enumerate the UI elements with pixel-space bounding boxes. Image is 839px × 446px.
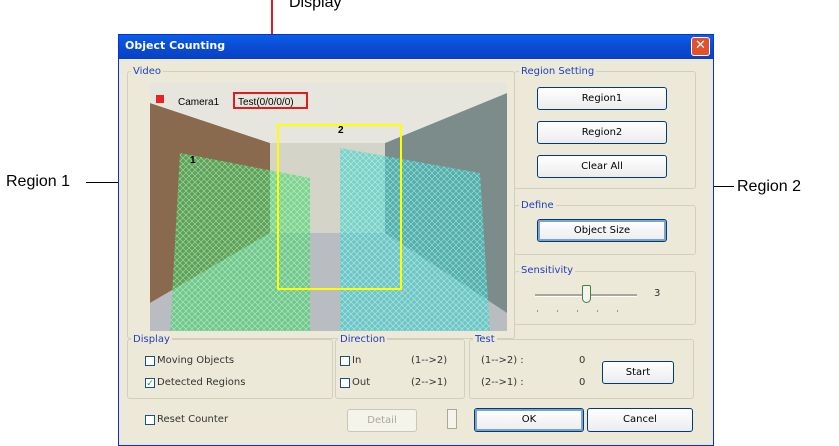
direction-out-value: (2-->1) <box>411 377 448 388</box>
start-button[interactable]: Start <box>602 361 674 384</box>
sensitivity-value: 3 <box>654 288 661 299</box>
sensitivity-label: Sensitivity <box>519 265 576 276</box>
region2-mark: 2 <box>338 125 344 136</box>
direction-in-checkbox[interactable] <box>340 356 350 366</box>
lock-icon <box>447 409 457 429</box>
region-setting-label: Region Setting <box>519 66 597 77</box>
define-label: Define <box>519 200 556 211</box>
object-size-button[interactable]: Object Size <box>537 219 667 242</box>
overlay-text: Test(0/0/0/0) <box>238 97 294 108</box>
title-bar: Object Counting ✕ <box>119 35 713 59</box>
region2-button[interactable]: Region2 <box>537 121 667 144</box>
camera-label: Camera1 <box>178 97 220 108</box>
moving-objects-label: Moving Objects <box>157 355 235 366</box>
display-annotation: Display <box>289 0 342 11</box>
record-indicator-icon <box>156 95 164 103</box>
region1-mark: 1 <box>190 155 196 166</box>
region2-hatch <box>340 148 490 331</box>
direction-in-label: In <box>352 355 362 366</box>
video-frame: Camera1 Test(0/0/0/0) 1 2 <box>150 83 507 331</box>
video-group-label: Video <box>131 66 164 77</box>
test-row1-count: 0 <box>579 355 586 366</box>
region1-annotation: Region 1 <box>6 173 71 190</box>
region1-hatch <box>170 153 310 331</box>
ok-button[interactable]: OK <box>474 408 584 432</box>
direction-in-value: (1-->2) <box>411 355 448 366</box>
detail-button[interactable]: Detail <box>347 409 417 432</box>
sensitivity-group <box>514 271 696 325</box>
cancel-button[interactable]: Cancel <box>587 408 693 432</box>
moving-objects-checkbox[interactable] <box>145 356 155 366</box>
detected-regions-label: Detected Regions <box>157 377 246 388</box>
reset-counter-checkbox[interactable] <box>145 415 155 425</box>
test-row2-count: 0 <box>579 377 586 388</box>
video-preview: Camera1 Test(0/0/0/0) 1 2 <box>150 83 507 331</box>
direction-out-checkbox[interactable] <box>340 378 350 388</box>
detected-regions-checkbox[interactable]: ✓ <box>145 378 155 388</box>
test-row2-label: (2-->1) : <box>481 377 524 388</box>
display-group <box>127 339 333 399</box>
region2-annotation: Region 2 <box>737 178 802 195</box>
direction-group-label: Direction <box>338 334 388 345</box>
sensitivity-ticks <box>537 310 637 312</box>
display-group-label: Display <box>131 334 172 345</box>
region1-button[interactable]: Region1 <box>537 87 667 110</box>
test-group-label: Test <box>473 334 497 345</box>
direction-out-label: Out <box>352 377 371 388</box>
object-counting-dialog: Object Counting ✕ Video Camera1 Test(0/0… <box>118 34 714 446</box>
sensitivity-thumb[interactable] <box>582 285 591 303</box>
close-button[interactable]: ✕ <box>691 37 710 56</box>
test-row1-label: (1-->2) : <box>481 355 524 366</box>
clear-all-button[interactable]: Clear All <box>537 155 667 178</box>
dialog-title: Object Counting <box>125 39 226 52</box>
reset-counter-label: Reset Counter <box>157 414 229 425</box>
direction-group <box>335 339 465 399</box>
